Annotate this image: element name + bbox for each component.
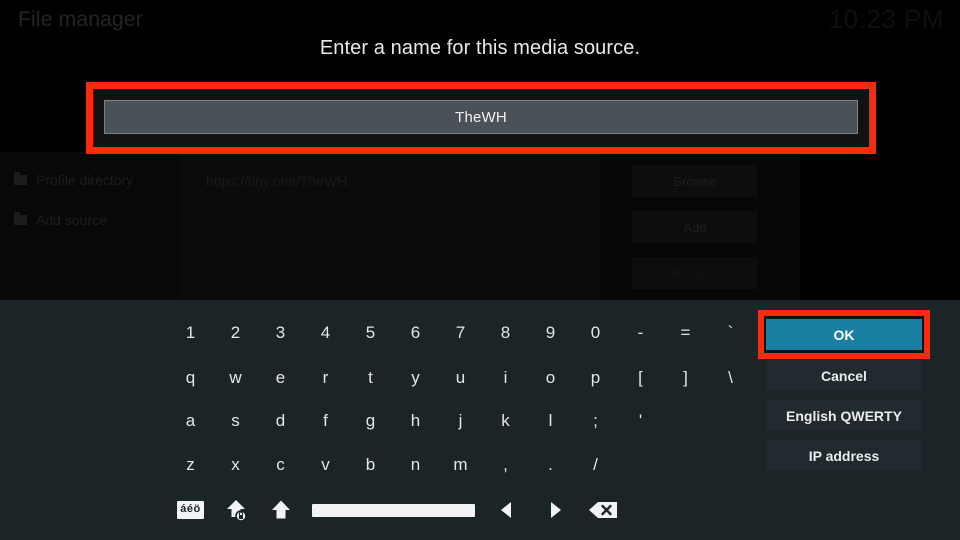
backspace-key[interactable] [579,493,627,527]
folder-icon [14,172,27,185]
keyboard-function-row: áéö [168,493,627,527]
key-6[interactable]: 6 [393,316,438,350]
key-slash[interactable]: / [573,448,618,482]
key-backslash[interactable]: \ [708,361,753,395]
caps-lock-key[interactable] [213,493,258,527]
ok-button[interactable]: OK [766,319,922,350]
key-bracket-left[interactable]: [ [618,361,663,395]
cursor-left-key[interactable] [483,493,531,527]
keyboard-row-numbers: 1 2 3 4 5 6 7 8 9 0 - = ` [168,316,768,350]
key-5[interactable]: 5 [348,316,393,350]
key-t[interactable]: t [348,361,393,395]
key-o[interactable]: o [528,361,573,395]
key-3[interactable]: 3 [258,316,303,350]
sidebar-item-profile-directory[interactable]: Profile directory [14,172,133,188]
cursor-right-key[interactable] [531,493,579,527]
kodi-virtual-keyboard-screen: File manager 10:23 PM Profile directory … [0,0,960,540]
add-button[interactable]: Add [632,211,758,243]
shift-arrow-icon [271,500,290,519]
key-q[interactable]: q [168,361,213,395]
ip-address-button[interactable]: IP address [766,440,922,471]
clock: 10:23 PM [828,4,944,34]
key-n[interactable]: n [393,448,438,482]
key-1[interactable]: 1 [168,316,213,350]
arrow-right-icon [551,502,561,518]
key-comma[interactable]: , [483,448,528,482]
caps-lock-icon [226,500,247,522]
key-backtick[interactable]: ` [708,316,753,350]
key-j[interactable]: j [438,404,483,438]
key-equals[interactable]: = [663,316,708,350]
key-y[interactable]: y [393,361,438,395]
keyboard-row-home: a s d f g h j k l ; ' [168,404,768,438]
key-u[interactable]: u [438,361,483,395]
key-k[interactable]: k [483,404,528,438]
key-l[interactable]: l [528,404,573,438]
key-b[interactable]: b [348,448,393,482]
text-input-value: TheWH [455,108,507,126]
key-g[interactable]: g [348,404,393,438]
key-m[interactable]: m [438,448,483,482]
key-w[interactable]: w [213,361,258,395]
key-h[interactable]: h [393,404,438,438]
key-apostrophe[interactable]: ' [618,404,663,438]
page-title: File manager [18,8,143,31]
remove-button[interactable]: Remove [632,257,758,289]
key-bracket-right[interactable]: ] [663,361,708,395]
key-z[interactable]: z [168,448,213,482]
key-8[interactable]: 8 [483,316,528,350]
media-source-name-input[interactable]: TheWH [104,100,858,134]
sidebar-item-label: Profile directory [36,172,134,188]
spacebar-icon [311,503,475,517]
arrow-left-icon [501,502,511,518]
key-9[interactable]: 9 [528,316,573,350]
backspace-icon [589,502,617,518]
accents-icon: áéö [177,501,204,519]
key-0[interactable]: 0 [573,316,618,350]
dialog-prompt: Enter a name for this media source. [319,37,641,59]
sidebar-item-add-source[interactable]: Add source [14,212,107,228]
key-c[interactable]: c [258,448,303,482]
keyboard-row-bottom: z x c v b n m , . / [168,448,768,482]
key-r[interactable]: r [303,361,348,395]
key-7[interactable]: 7 [438,316,483,350]
keyboard-row-qwerty: q w e r t y u i o p [ ] \ [168,361,768,395]
key-f[interactable]: f [303,404,348,438]
key-v[interactable]: v [303,448,348,482]
key-e[interactable]: e [258,361,303,395]
key-d[interactable]: d [258,404,303,438]
file-manager-far-pane [800,152,960,300]
keyboard-layout-button[interactable]: English QWERTY [766,400,922,431]
key-i[interactable]: i [483,361,528,395]
space-key[interactable] [303,493,483,527]
shift-key[interactable] [258,493,303,527]
key-semicolon[interactable]: ; [573,404,618,438]
key-4[interactable]: 4 [303,316,348,350]
folder-icon [14,212,27,225]
key-s[interactable]: s [213,404,258,438]
key-p[interactable]: p [573,361,618,395]
sidebar-item-label: Add source [36,212,107,228]
accents-key[interactable]: áéö [168,493,213,527]
key-minus[interactable]: - [618,316,663,350]
browse-button[interactable]: Browse [632,165,758,197]
key-2[interactable]: 2 [213,316,258,350]
key-x[interactable]: x [213,448,258,482]
key-a[interactable]: a [168,404,213,438]
cancel-button[interactable]: Cancel [766,360,922,391]
source-path-value: https://tiny.one/TheWH [206,173,348,189]
key-period[interactable]: . [528,448,573,482]
